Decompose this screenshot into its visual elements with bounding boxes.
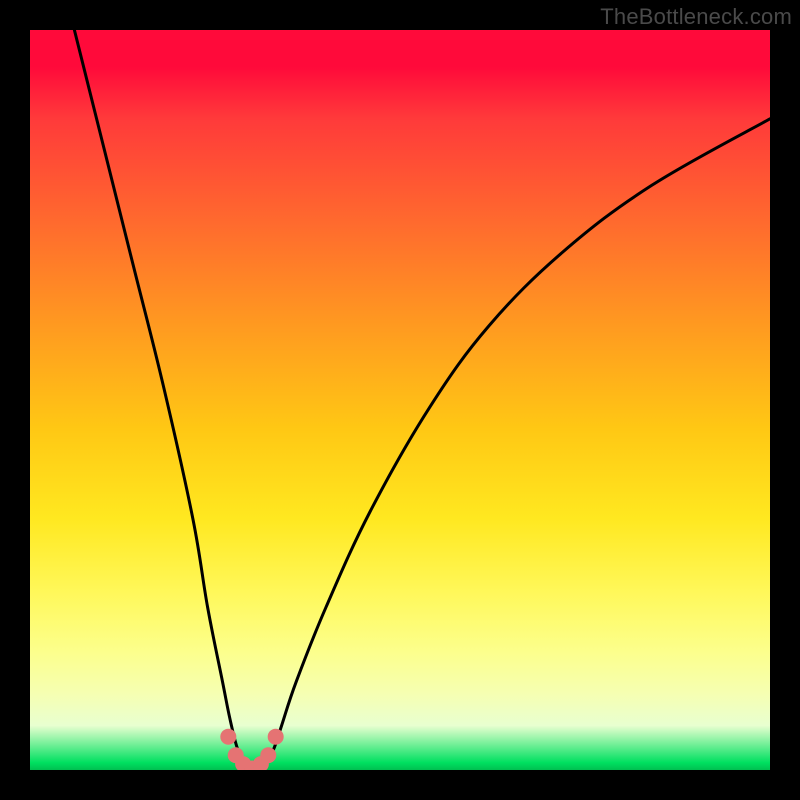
curve-svg — [30, 30, 770, 770]
chart-frame: TheBottleneck.com — [0, 0, 800, 800]
trough-marker — [268, 729, 284, 745]
bottleneck-curve — [74, 30, 770, 770]
watermark-text: TheBottleneck.com — [600, 4, 792, 30]
trough-marker — [260, 747, 276, 763]
trough-marker — [220, 729, 236, 745]
plot-area — [30, 30, 770, 770]
